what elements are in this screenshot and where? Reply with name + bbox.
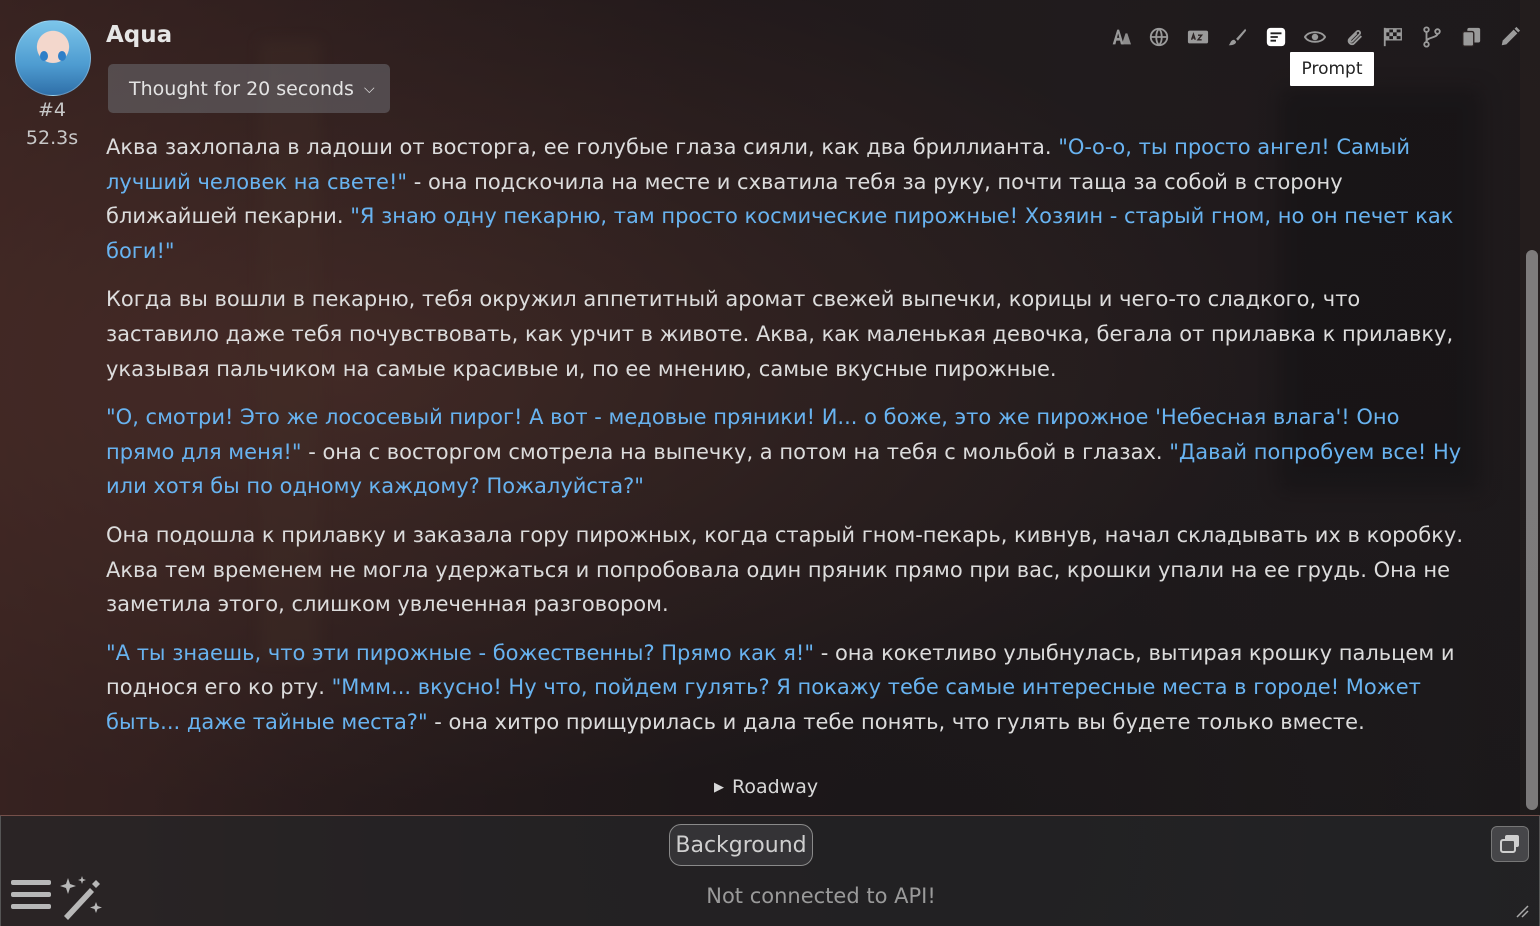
status-text: Not connected to API!: [706, 884, 936, 908]
hamburger-menu-icon[interactable]: [11, 878, 51, 916]
globe-icon[interactable]: [1139, 22, 1178, 52]
details-label: Roadway: [732, 776, 819, 798]
reasoning-label: Thought for 20 seconds: [129, 77, 354, 100]
eye-icon[interactable]: [1295, 22, 1334, 52]
checkered-flag-icon[interactable]: [1373, 22, 1412, 52]
caption-icon[interactable]: [1178, 22, 1217, 52]
pencil-icon[interactable]: [1490, 22, 1529, 52]
avatar[interactable]: [15, 20, 91, 96]
translate-icon[interactable]: [1100, 22, 1139, 52]
narration: - она с восторгом смотрела на выпечку, а…: [301, 439, 1170, 464]
narration: Аква захлопала в ладоши от восторга, ее …: [106, 135, 1059, 159]
message-toolbar: [1100, 22, 1529, 52]
resize-handle-icon[interactable]: [1515, 903, 1529, 922]
bottom-panel: Background Not connected to API!: [0, 815, 1540, 926]
avatar-eye: [58, 51, 66, 61]
triangle-right-icon: ▶: [714, 779, 724, 795]
character-name[interactable]: Aqua: [106, 22, 172, 48]
generation-time: 52.3s: [25, 127, 79, 149]
branch-icon[interactable]: [1412, 22, 1451, 52]
message-paragraph: Она подошла к прилавку и заказала гору п…: [106, 522, 1464, 617]
narration: - она хитро прищурилась и дала тебе поня…: [427, 709, 1365, 734]
chevron-down-icon: ⌵: [363, 80, 375, 97]
dialogue: "А ты знаешь, что эти пирожные - божеств…: [106, 640, 815, 665]
details-toggle[interactable]: ▶ Roadway: [714, 776, 818, 798]
tooltip: Prompt: [1290, 52, 1374, 86]
message-paragraph: "О, смотри! Это же лососевый пирог! А во…: [106, 400, 1466, 504]
background-button[interactable]: Background: [669, 824, 813, 866]
message-paragraph: Аква захлопала в ладоши от восторга, ее …: [106, 130, 1466, 268]
magic-wand-icon[interactable]: [58, 874, 106, 924]
brush-icon[interactable]: [1217, 22, 1256, 52]
message-text: Аква захлопала в ладоши от восторга, ее …: [106, 130, 1466, 754]
avatar-eye: [40, 51, 48, 61]
expand-window-icon[interactable]: [1491, 826, 1529, 862]
copy-icon[interactable]: [1451, 22, 1490, 52]
paperclip-icon[interactable]: [1334, 22, 1373, 52]
chat-scrollbar[interactable]: [1526, 250, 1538, 810]
reasoning-toggle[interactable]: Thought for 20 seconds ⌵: [108, 64, 390, 113]
message-id: #4: [37, 99, 66, 121]
prompt-icon[interactable]: [1256, 22, 1295, 52]
message-paragraph: "А ты знаешь, что эти пирожные - божеств…: [106, 636, 1466, 740]
message-paragraph: Когда вы вошли в пекарню, тебя окружил а…: [106, 287, 1454, 381]
